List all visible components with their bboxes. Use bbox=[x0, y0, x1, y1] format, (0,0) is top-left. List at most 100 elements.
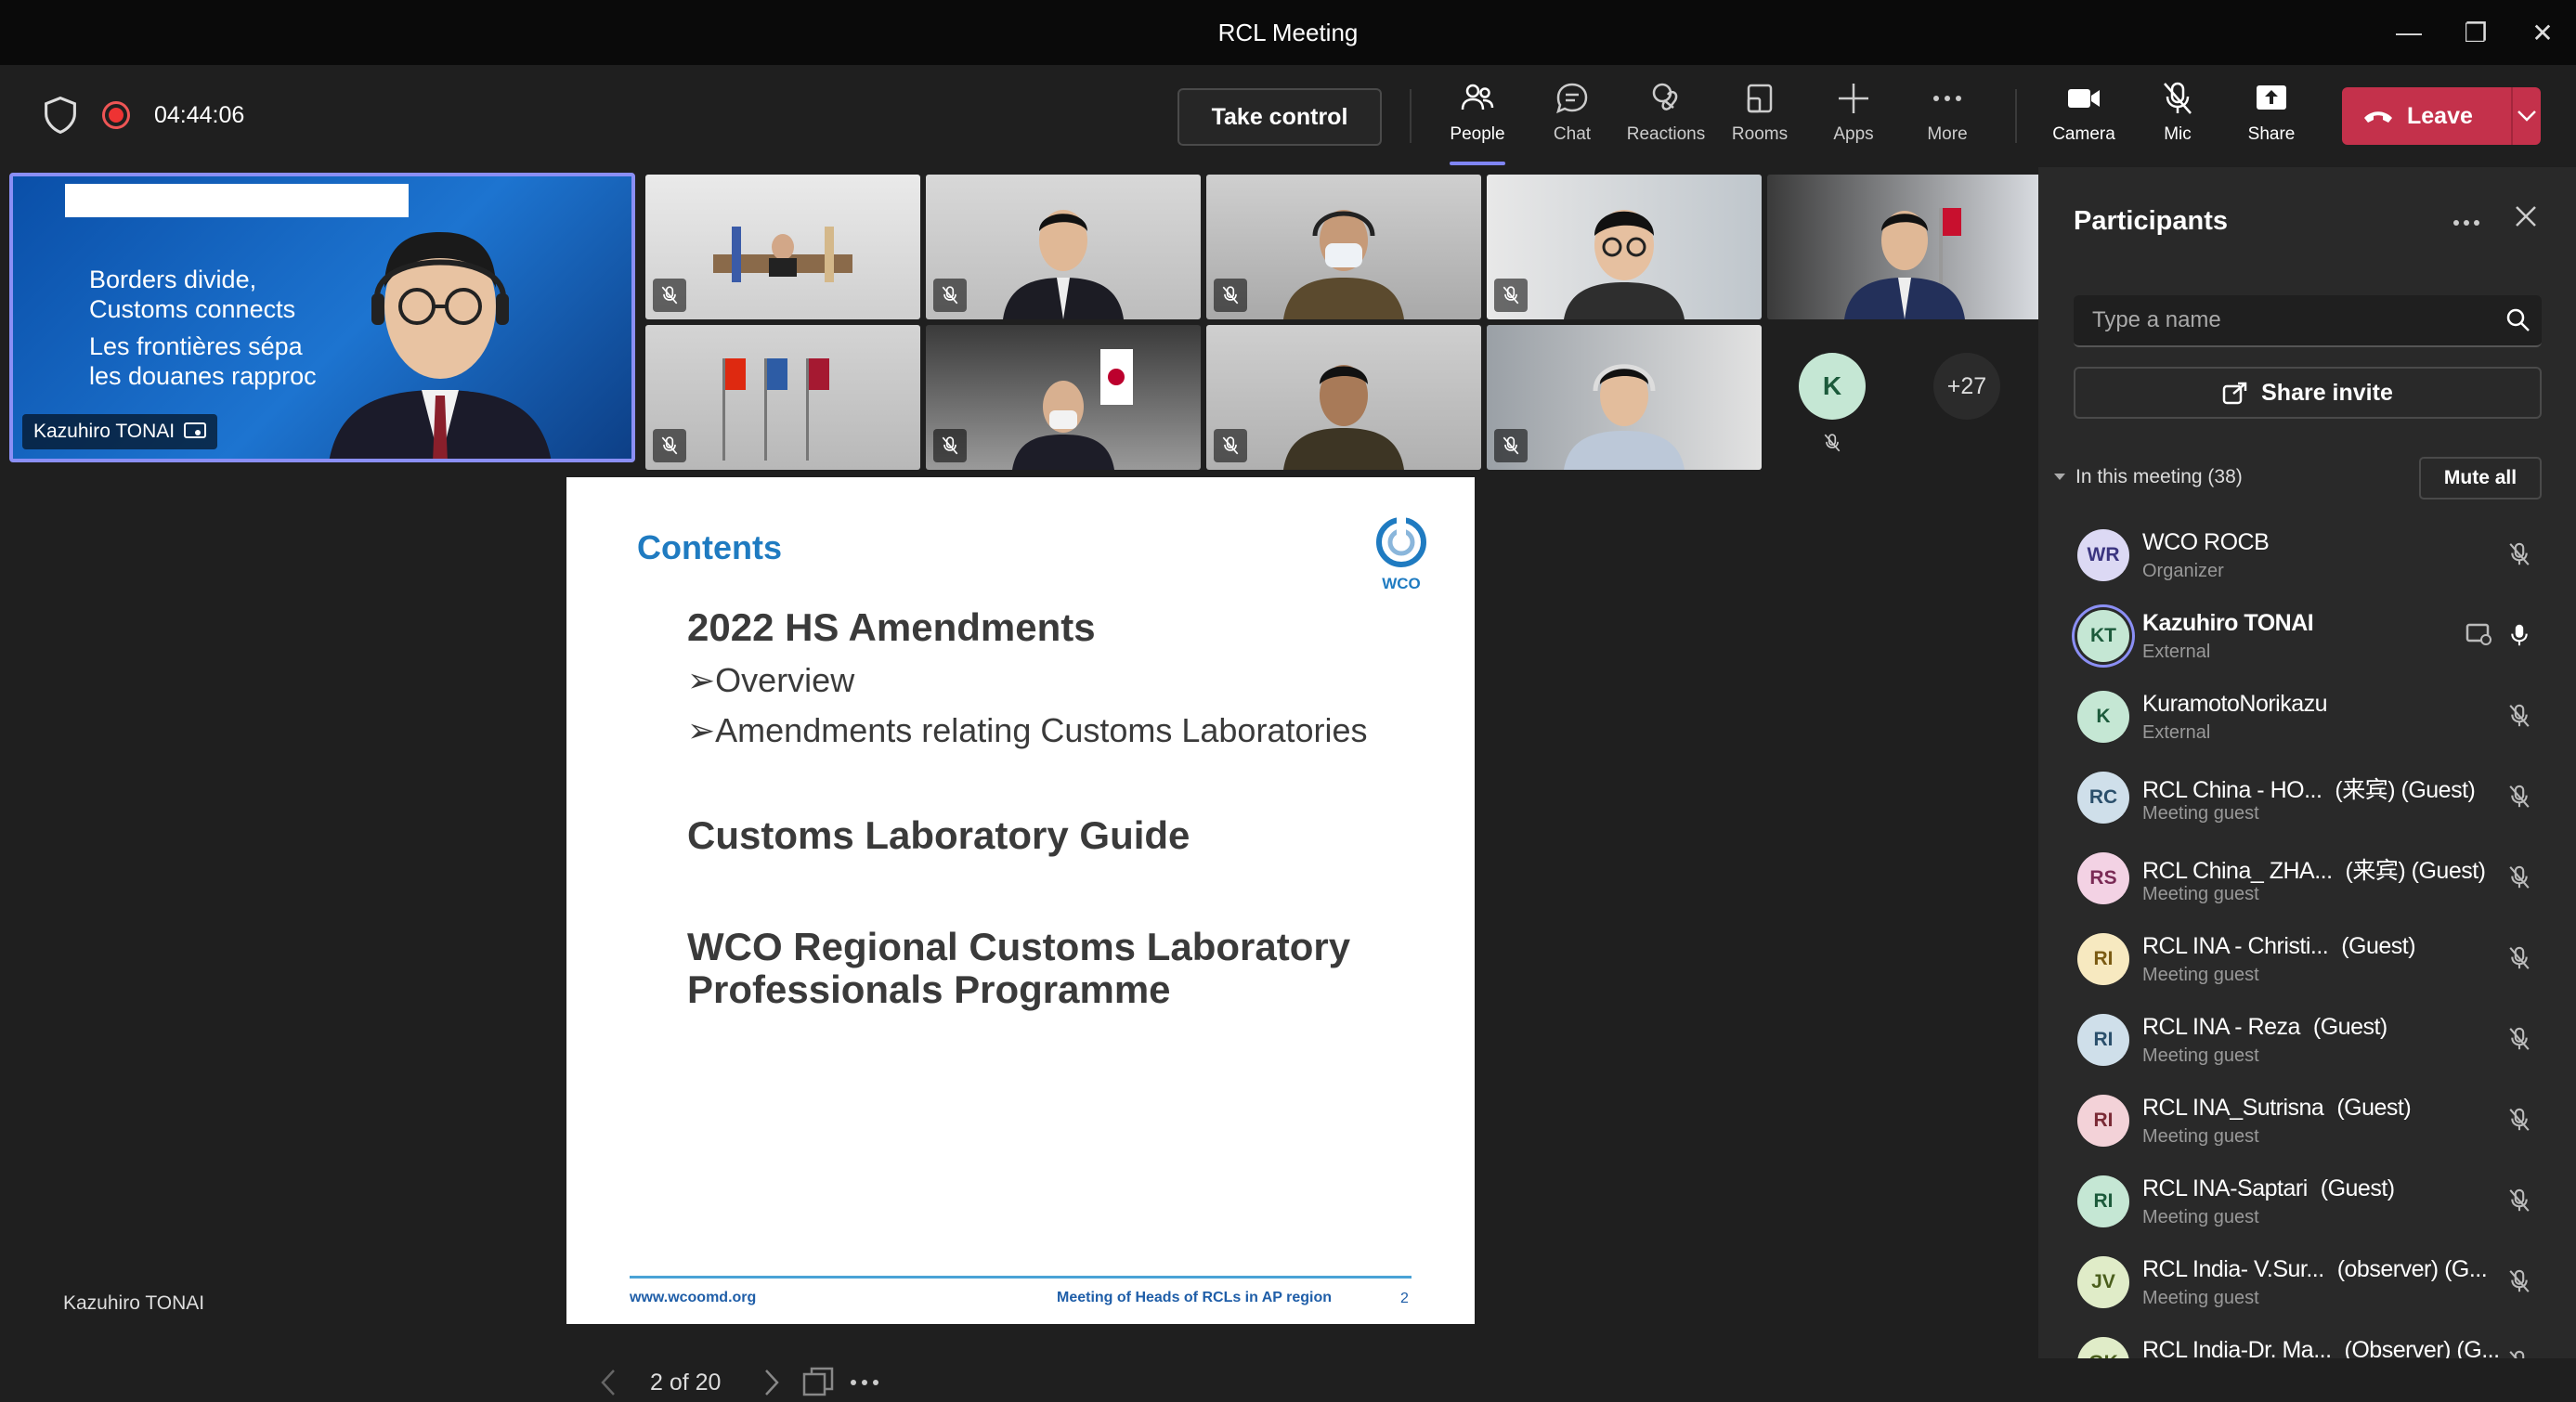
leave-button[interactable]: Leave bbox=[2342, 103, 2511, 130]
participant-row[interactable]: RI RCL INA-Saptari (Guest) Meeting guest bbox=[2038, 1164, 2576, 1245]
apps-label: Apps bbox=[1833, 124, 1874, 144]
participant-video-tile[interactable] bbox=[1487, 175, 1762, 319]
participant-avatar[interactable]: K bbox=[1799, 353, 1866, 420]
in-meeting-label: In this meeting (38) bbox=[2075, 466, 2243, 487]
participant-role: External bbox=[2142, 722, 2211, 743]
reactions-button[interactable]: Reactions bbox=[1621, 78, 1711, 158]
muted-indicator bbox=[653, 429, 686, 462]
participant-video bbox=[1564, 364, 1685, 470]
next-slide-button[interactable] bbox=[748, 1369, 795, 1396]
restore-button[interactable]: ❐ bbox=[2442, 0, 2509, 65]
mic-off-icon bbox=[1824, 434, 1841, 452]
close-panel-button[interactable] bbox=[2514, 204, 2538, 233]
more-participants-button[interactable]: +27 bbox=[1933, 353, 2000, 420]
participant-video-tile[interactable] bbox=[926, 175, 1201, 319]
slide-more-options-button[interactable] bbox=[841, 1378, 888, 1387]
participant-video-tile[interactable] bbox=[1206, 175, 1481, 319]
mic-off-icon[interactable] bbox=[2506, 1187, 2532, 1219]
share-button[interactable]: Share bbox=[2227, 78, 2316, 158]
participant-video-tile[interactable] bbox=[926, 325, 1201, 470]
mic-off-icon[interactable] bbox=[2506, 944, 2532, 977]
participant-row[interactable]: K KuramotoNorikazu External bbox=[2038, 680, 2576, 760]
participants-panel: Participants Share invite In this meetin… bbox=[2038, 167, 2576, 1358]
previous-slide-button[interactable] bbox=[585, 1369, 631, 1396]
slide-page-number: 2 bbox=[1400, 1291, 1409, 1306]
speaker-name: Kazuhiro TONAI bbox=[33, 421, 176, 442]
mic-off-icon[interactable] bbox=[2506, 702, 2532, 734]
apps-button[interactable]: Apps bbox=[1809, 78, 1898, 158]
take-control-button[interactable]: Take control bbox=[1177, 88, 1382, 146]
rooms-icon bbox=[1739, 78, 1780, 119]
mic-off-icon[interactable] bbox=[2506, 863, 2532, 896]
search-icon[interactable] bbox=[2495, 307, 2542, 333]
participant-name-line: RCL China - HO... (来宾) (Guest) bbox=[2142, 772, 2476, 805]
shield-icon[interactable] bbox=[43, 97, 78, 134]
more-icon bbox=[2453, 220, 2479, 226]
mic-on-icon[interactable] bbox=[2506, 621, 2532, 654]
rooms-button[interactable]: Rooms bbox=[1715, 78, 1804, 158]
phone-hangup-icon bbox=[2364, 111, 2392, 123]
slide-pager: 2 of 20 bbox=[585, 1363, 888, 1402]
participant-row[interactable]: GKRCL India-Dr. Ma...(Observer) (G...Mee… bbox=[2038, 1326, 2576, 1358]
leave-options-button[interactable] bbox=[2513, 110, 2541, 123]
participant-role: Meeting guest bbox=[2142, 1207, 2259, 1227]
in-meeting-section-toggle[interactable]: In this meeting (38) bbox=[2053, 466, 2243, 488]
background-text: Customs connects bbox=[89, 295, 296, 323]
participant-row[interactable]: RI RCL INA - Reza (Guest) Meeting guest bbox=[2038, 1003, 2576, 1084]
participant-row[interactable]: RI RCL INA - Christi... (Guest) Meeting gue… bbox=[2038, 922, 2576, 1003]
participant-row[interactable]: KT Kazuhiro TONAI External bbox=[2038, 599, 2576, 680]
close-window-button[interactable]: ✕ bbox=[2509, 0, 2576, 65]
participant-tag: (来宾) (Guest) bbox=[2345, 858, 2486, 884]
mic-off-icon[interactable] bbox=[2506, 783, 2532, 815]
participant-row[interactable]: RI RCL INA_Sutrisna (Guest) Meeting guest bbox=[2038, 1084, 2576, 1164]
participant-tag: (Guest) bbox=[2320, 1175, 2395, 1201]
participant-row[interactable]: JV RCL India- V.Sur... (observer) (G... Mee… bbox=[2038, 1245, 2576, 1326]
participant-row[interactable]: RC RCL China - HO... (来宾) (Guest) Meeting g… bbox=[2038, 760, 2576, 841]
participant-video-tile[interactable] bbox=[645, 325, 920, 470]
background-text: Les frontières sépa bbox=[89, 332, 303, 360]
chat-icon bbox=[1552, 78, 1593, 119]
speaker-video-tile[interactable]: Borders divide, Customs connects Les fro… bbox=[9, 173, 635, 462]
participant-video-tile[interactable] bbox=[1767, 175, 2042, 319]
chat-button[interactable]: Chat bbox=[1528, 78, 1617, 158]
meeting-status: 04:44:06 bbox=[43, 97, 244, 134]
recording-icon bbox=[102, 101, 130, 129]
presenter-name: Kazuhiro TONAI bbox=[63, 1292, 205, 1314]
participant-search-input[interactable] bbox=[2074, 306, 2495, 334]
participant-role: External bbox=[2142, 642, 2211, 662]
share-invite-button[interactable]: Share invite bbox=[2074, 367, 2542, 419]
participant-video-tile[interactable] bbox=[1206, 325, 1481, 470]
muted-indicator bbox=[653, 279, 686, 312]
mic-label: Mic bbox=[2164, 124, 2192, 144]
wco-logo: WCO bbox=[1371, 514, 1432, 592]
participant-video bbox=[1844, 208, 1965, 319]
participant-row[interactable]: WR WCO ROCB Organizer bbox=[2038, 518, 2576, 599]
screen-share-icon bbox=[184, 422, 207, 438]
participant-role: Meeting guest bbox=[2142, 803, 2259, 824]
mic-button[interactable]: Mic bbox=[2133, 78, 2222, 158]
window-controls: — ❐ ✕ bbox=[2375, 0, 2576, 65]
mic-off-icon[interactable] bbox=[2506, 1348, 2532, 1358]
participant-avatar: K bbox=[2077, 691, 2129, 743]
mic-off-icon[interactable] bbox=[2506, 1267, 2532, 1300]
mic-off-icon[interactable] bbox=[2506, 1106, 2532, 1138]
participant-row[interactable]: RS RCL China_ ZHA... (来宾) (Guest) Meeting g… bbox=[2038, 841, 2576, 922]
mic-off-icon[interactable] bbox=[2506, 1025, 2532, 1058]
mic-off-icon[interactable] bbox=[2506, 540, 2532, 573]
slide-view-button[interactable] bbox=[795, 1367, 841, 1398]
mute-all-button[interactable]: Mute all bbox=[2419, 457, 2542, 500]
muted-indicator bbox=[1494, 429, 1528, 462]
participant-tag: (Guest) bbox=[2312, 1014, 2387, 1040]
participant-name: RCL INA_Sutrisna bbox=[2142, 1095, 2324, 1121]
participant-video-tile[interactable] bbox=[645, 175, 920, 319]
people-button[interactable]: People bbox=[1433, 78, 1522, 165]
more-button[interactable]: More bbox=[1903, 78, 1992, 158]
panel-more-options-button[interactable] bbox=[2452, 202, 2480, 234]
mic-off-icon bbox=[1503, 436, 1519, 455]
muted-indicator bbox=[1214, 279, 1247, 312]
participant-video-tile[interactable] bbox=[1487, 325, 1762, 470]
minimize-button[interactable]: — bbox=[2375, 0, 2442, 65]
camera-button[interactable]: Camera bbox=[2039, 78, 2128, 158]
participant-avatar: WR bbox=[2077, 529, 2129, 581]
leave-label: Leave bbox=[2407, 102, 2473, 129]
